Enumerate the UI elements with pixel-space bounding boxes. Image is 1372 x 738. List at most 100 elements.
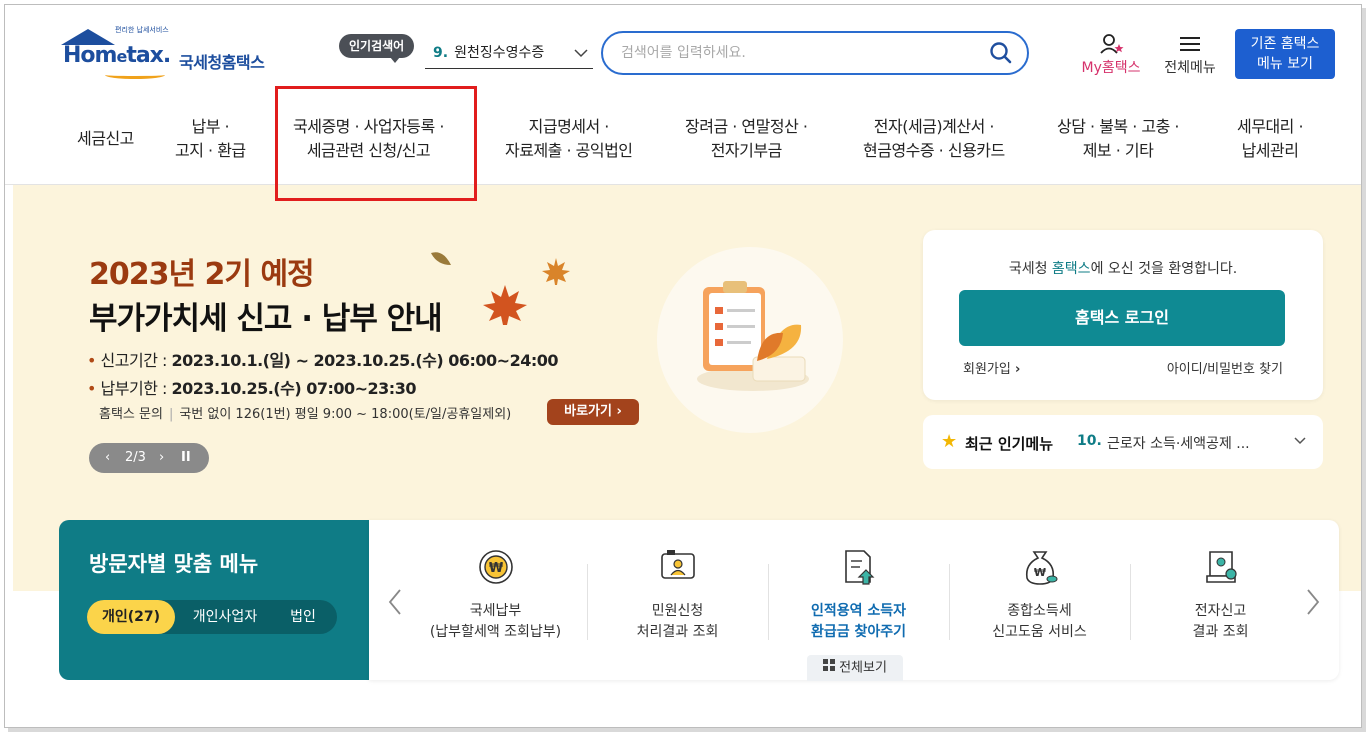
gnb-label: 상담 · 불복 · 고충 ·: [1057, 117, 1180, 136]
logo-name: 국세청홈택스: [179, 53, 265, 72]
hamburger-icon: [1179, 36, 1201, 56]
quick-item-line2: 신고도움 서비스: [992, 624, 1087, 640]
search-input[interactable]: [621, 41, 961, 65]
tab-individual[interactable]: 개인(27): [87, 600, 175, 634]
chevron-down-icon: [573, 43, 589, 71]
gnb-payment[interactable]: 납부 · 고지 · 환급: [175, 115, 246, 163]
visitor-menu-panel: 방문자별 맞춤 메뉴 개인(27) 개인사업자 법인: [59, 520, 369, 680]
login-welcome-text: 국세청 홈택스에 오신 것을 환영합니다.: [1008, 261, 1238, 277]
gnb-label: 납세관리: [1241, 141, 1299, 160]
legacy-menu-button[interactable]: 기존 홈택스 메뉴 보기: [1235, 29, 1335, 79]
search-icon[interactable]: [989, 41, 1013, 65]
chevron-down-icon[interactable]: [1293, 433, 1307, 451]
search-box: [601, 31, 1029, 75]
gnb-e-invoice[interactable]: 전자(세금)계산서 · 현금영수증 · 신용카드: [863, 115, 1005, 163]
banner-inquiry: 홈택스 문의 | 국번 없이 126(1번) 평일 9:00 ~ 18:00(토/일…: [99, 407, 512, 422]
all-menu-button[interactable]: 전체메뉴: [1155, 31, 1225, 81]
my-hometax-label: My홈택스: [1081, 60, 1141, 76]
recent-popular-number: 10.: [1077, 433, 1102, 449]
banner-title-2: 부가가치세 신고 · 납부 안내: [89, 301, 443, 337]
login-card: 국세청 홈택스에 오신 것을 환영합니다. 홈택스 로그인 회원가입 › 아이디…: [923, 230, 1323, 400]
join-link[interactable]: 회원가입 ›: [963, 358, 1020, 377]
view-all-button[interactable]: 전체보기: [807, 655, 903, 681]
scroll-check-icon: [1202, 548, 1240, 586]
quick-item-line1: 인적용역 소득자: [810, 603, 907, 619]
gnb-consulting[interactable]: 상담 · 불복 · 고충 · 제보 · 기타: [1057, 115, 1180, 163]
frame-shadow: [1362, 8, 1366, 732]
document-arrow-icon: [840, 548, 878, 586]
svg-text:₩: ₩: [1034, 566, 1046, 579]
frame-shadow: [8, 728, 1366, 732]
quick-item-tax-payment[interactable]: ₩ 국세납부 (납부할세액 조회납부): [405, 520, 586, 680]
logo-swoosh: [105, 71, 165, 79]
tab-corporation[interactable]: 법인: [277, 600, 329, 634]
popular-search-select[interactable]: 9. 원천징수영수증: [425, 39, 593, 69]
star-icon: ★: [941, 431, 958, 452]
quick-item-line2: 결과 조회: [1192, 624, 1249, 640]
popular-search-badge: 인기검색어: [339, 34, 415, 63]
gnb-label: 고지 · 환급: [175, 141, 246, 160]
quick-item-line1: 국세납부: [469, 603, 522, 619]
legacy-line1: 기존 홈택스: [1250, 36, 1320, 52]
pager-text: 2/3: [125, 450, 146, 465]
gnb-label: 현금영수증 · 신용카드: [863, 141, 1005, 160]
quick-item-civil-petition[interactable]: 민원신청 처리결과 조회: [587, 520, 768, 680]
my-hometax-button[interactable]: My홈택스: [1071, 31, 1151, 81]
quick-item-e-filing-result[interactable]: 전자신고 결과 조회: [1130, 520, 1311, 680]
gnb-label: 전자기부금: [710, 141, 783, 160]
banner-go-button[interactable]: 바로가기 ›: [547, 399, 639, 425]
gnb-statements[interactable]: 지급명세서 · 자료제출 · 공익법인: [505, 115, 633, 163]
recent-popular-text: 근로자 소득·세액공제 ...: [1107, 436, 1250, 452]
banner-title-1: 2023년 2기 예정: [89, 257, 315, 292]
popular-search-number: 9.: [433, 45, 449, 61]
recent-popular-label: 최근 인기메뉴: [965, 435, 1054, 453]
tab-sole-proprietor[interactable]: 개인사업자: [179, 600, 271, 634]
gnb-tax-agent[interactable]: 세무대리 · 납세관리: [1237, 115, 1304, 163]
gnb-label: 지급명세서 ·: [528, 117, 610, 136]
banner-pager: ‹ 2/3 › II: [89, 443, 209, 473]
gnb-label: 자료제출 · 공익법인: [505, 141, 633, 160]
next-arrow-icon[interactable]: ›: [159, 443, 164, 473]
gnb-label: 세무대리 ·: [1237, 117, 1304, 136]
prev-arrow-icon[interactable]: ‹: [105, 443, 110, 473]
checklist-illustration: [657, 247, 843, 433]
logo-slogan: 편리한 납세서비스: [115, 26, 169, 34]
annotation-highlight-box: [275, 86, 477, 201]
browser-frame: 편리한 납세서비스 Hometax. 국세청홈택스 인기검색어 9. 원천징수영수…: [4, 4, 1362, 728]
gnb-label: 장려금 · 연말정산 ·: [685, 117, 808, 136]
quick-item-line2: (납부할세액 조회납부): [429, 624, 562, 640]
quick-item-income-tax-help[interactable]: ₩ 종합소득세 신고도움 서비스: [949, 520, 1130, 680]
gnb-label: 제보 · 기타: [1082, 141, 1154, 160]
chevron-right-icon: ›: [1014, 362, 1021, 377]
logo-brand: Hometax.: [63, 43, 171, 68]
gnb-tax-report[interactable]: 세금신고: [77, 127, 134, 151]
pause-icon[interactable]: II: [181, 443, 191, 473]
hometax-login-button[interactable]: 홈택스 로그인: [959, 290, 1285, 346]
popular-search-term: 원천징수영수증: [454, 45, 545, 61]
gnb-incentive[interactable]: 장려금 · 연말정산 · 전자기부금: [685, 115, 808, 163]
quick-item-line1: 전자신고: [1194, 603, 1247, 619]
find-id-password-link[interactable]: 아이디/비밀번호 찾기: [1167, 358, 1283, 377]
recent-popular-menu[interactable]: ★ 최근 인기메뉴 10. 근로자 소득·세액공제 ...: [923, 415, 1323, 469]
gnb-label: 납부 ·: [191, 117, 230, 136]
banner-payment-deadline: • 납부기한 : 2023.10.25.(수) 07:00~23:30: [87, 379, 416, 398]
quick-item-line1: 종합소득세: [1007, 603, 1072, 619]
maple-leaf-small-icon: [541, 257, 571, 291]
prev-arrow-icon[interactable]: [387, 588, 403, 623]
won-coin-icon: ₩: [477, 548, 515, 586]
quick-item-line2: 환급금 찾아주기: [810, 624, 907, 640]
visitor-tabs: 개인(27) 개인사업자 법인: [87, 600, 337, 634]
quick-item-line2: 처리결과 조회: [636, 624, 719, 640]
money-bag-icon: ₩: [1021, 548, 1059, 586]
quick-item-line1: 민원신청: [651, 603, 704, 619]
user-star-icon: [1099, 33, 1125, 59]
visitor-menu-title: 방문자별 맞춤 메뉴: [89, 552, 259, 576]
gnb-label: 세금신고: [77, 129, 134, 148]
main-navigation: 세금신고 납부 · 고지 · 환급 국세증명 · 사업자등록 · 세금관련 신청…: [5, 95, 1361, 185]
all-menu-label: 전체메뉴: [1164, 60, 1216, 76]
monitor-person-icon: [659, 548, 697, 586]
legacy-line2: 메뉴 보기: [1257, 56, 1313, 72]
svg-text:₩: ₩: [489, 561, 504, 576]
banner-report-period: • 신고기간 : 2023.10.1.(일) ~ 2023.10.25.(수) …: [87, 351, 559, 370]
hometax-logo[interactable]: 편리한 납세서비스 Hometax. 국세청홈택스: [55, 23, 285, 83]
